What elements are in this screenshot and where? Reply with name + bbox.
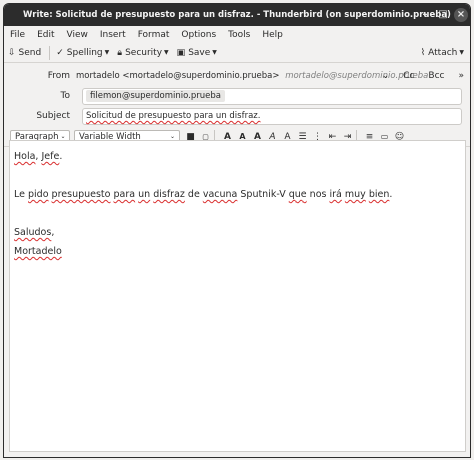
spelled-word: muy xyxy=(344,189,366,200)
chevron-down-icon: ⌄ xyxy=(60,133,66,140)
paperclip-icon: ⌇ xyxy=(420,47,426,58)
from-extras: ⌄ Cc Bcc » xyxy=(368,71,464,81)
security-label: Security xyxy=(125,47,163,58)
spelled-word: un xyxy=(138,189,151,200)
chevron-down-icon: ▼ xyxy=(164,49,169,56)
attach-label: Attach xyxy=(428,47,458,58)
body-text: . xyxy=(59,151,63,162)
security-button[interactable]: 🔒︎ Security ▼ xyxy=(117,45,168,61)
body-text: Sputnik-V xyxy=(237,189,289,200)
body-text: , xyxy=(51,227,55,238)
spelled-word: vacuna xyxy=(202,189,238,200)
subject-label: Subject xyxy=(36,111,70,121)
body-text: . xyxy=(389,189,393,200)
compose-window: Write: Solicitud de presupuesto para un … xyxy=(3,3,471,458)
to-row: To filemon@superdominio.prueba xyxy=(4,86,470,106)
menu-edit[interactable]: Edit xyxy=(37,30,54,40)
body-line-greeting: Hola, Jefe. xyxy=(14,147,461,166)
spelled-word: Hola xyxy=(14,151,36,162)
spelled-word: que xyxy=(288,189,307,200)
from-address: mortadelo <mortadelo@superdominio.prueba… xyxy=(76,71,280,81)
recipient-pill[interactable]: filemon@superdominio.prueba xyxy=(86,90,225,102)
send-button[interactable]: ⇩ Send xyxy=(8,45,41,61)
spelled-word: presupuesto xyxy=(51,189,111,200)
menu-format[interactable]: Format xyxy=(138,30,170,40)
body-line-request: Le pido presupuesto para un disfraz de v… xyxy=(14,185,461,204)
spelled-word: irá xyxy=(329,189,342,200)
save-label: Save xyxy=(188,47,211,58)
spelling-label: Spelling xyxy=(66,47,103,58)
bcc-button[interactable]: Bcc xyxy=(428,71,444,81)
spelled-word: pido xyxy=(28,189,49,200)
spelled-word: para xyxy=(113,189,136,200)
chevron-down-icon: ▼ xyxy=(212,49,217,56)
message-body-editor[interactable]: Hola, Jefe. Le pido presupuesto para un … xyxy=(9,140,466,452)
menu-help[interactable]: Help xyxy=(262,30,283,40)
spelled-word: disfraz xyxy=(153,189,185,200)
message-header: From mortadelo <mortadelo@superdominio.p… xyxy=(4,63,470,147)
body-blank-line xyxy=(14,166,461,185)
chevron-down-icon: ▼ xyxy=(459,49,464,56)
send-icon: ⇩ xyxy=(8,47,16,58)
save-button[interactable]: ▣ Save ▼ xyxy=(177,45,217,61)
to-field[interactable]: filemon@superdominio.prueba xyxy=(82,87,462,105)
subject-input[interactable]: Solicitud de presupuesto para un disfraz… xyxy=(82,107,462,125)
cc-button[interactable]: Cc xyxy=(403,71,414,81)
more-fields-icon[interactable]: » xyxy=(458,71,464,81)
menu-options[interactable]: Options xyxy=(181,30,216,40)
spelling-button[interactable]: ✓ Spelling ▼ xyxy=(56,45,109,61)
close-icon[interactable]: × xyxy=(454,8,468,22)
body-blank-line xyxy=(14,204,461,223)
save-icon: ▣ xyxy=(176,47,186,58)
menu-bar: File Edit View Insert Format Options Too… xyxy=(4,26,470,43)
maximize-icon[interactable]: □ xyxy=(436,8,450,22)
spelled-word: Jefe xyxy=(41,151,60,162)
from-label: From xyxy=(47,71,70,81)
minimize-icon[interactable]: – xyxy=(418,8,432,22)
menu-insert[interactable]: Insert xyxy=(100,30,126,40)
send-label: Send xyxy=(18,47,42,58)
spelled-word: Mortadelo xyxy=(14,246,62,257)
compose-toolbar: ⇩ Send ✓ Spelling ▼ 🔒︎ Security ▼ ▣ Save… xyxy=(4,43,470,63)
chevron-down-icon[interactable]: ⌄ xyxy=(382,71,390,81)
lock-icon: 🔒︎ xyxy=(117,47,123,58)
body-line-closing: Saludos, xyxy=(14,223,461,242)
chevron-down-icon: ▼ xyxy=(104,49,110,56)
spelled-word: Saludos xyxy=(14,227,52,238)
body-line-signature: Mortadelo xyxy=(14,242,461,261)
subject-text: Solicitud de presupuesto para un disfraz… xyxy=(86,111,261,121)
chevron-down-icon: ⌄ xyxy=(169,133,175,140)
body-text: de xyxy=(184,189,203,200)
body-text: Le xyxy=(14,189,28,200)
body-text: nos xyxy=(306,189,330,200)
spelled-word: bien xyxy=(368,189,390,200)
spellcheck-icon: ✓ xyxy=(56,47,64,58)
menu-view[interactable]: View xyxy=(67,30,88,40)
from-row: From mortadelo <mortadelo@superdominio.p… xyxy=(4,66,470,86)
title-bar: Write: Solicitud de presupuesto para un … xyxy=(4,4,470,26)
menu-tools[interactable]: Tools xyxy=(228,30,250,40)
subject-row: Subject Solicitud de presupuesto para un… xyxy=(4,106,470,126)
toolbar-separator xyxy=(49,45,51,60)
window-title: Write: Solicitud de presupuesto para un … xyxy=(23,10,451,20)
to-label: To xyxy=(60,91,70,101)
menu-file[interactable]: File xyxy=(10,30,25,40)
attach-button[interactable]: ⌇ Attach ▼ xyxy=(421,45,464,61)
